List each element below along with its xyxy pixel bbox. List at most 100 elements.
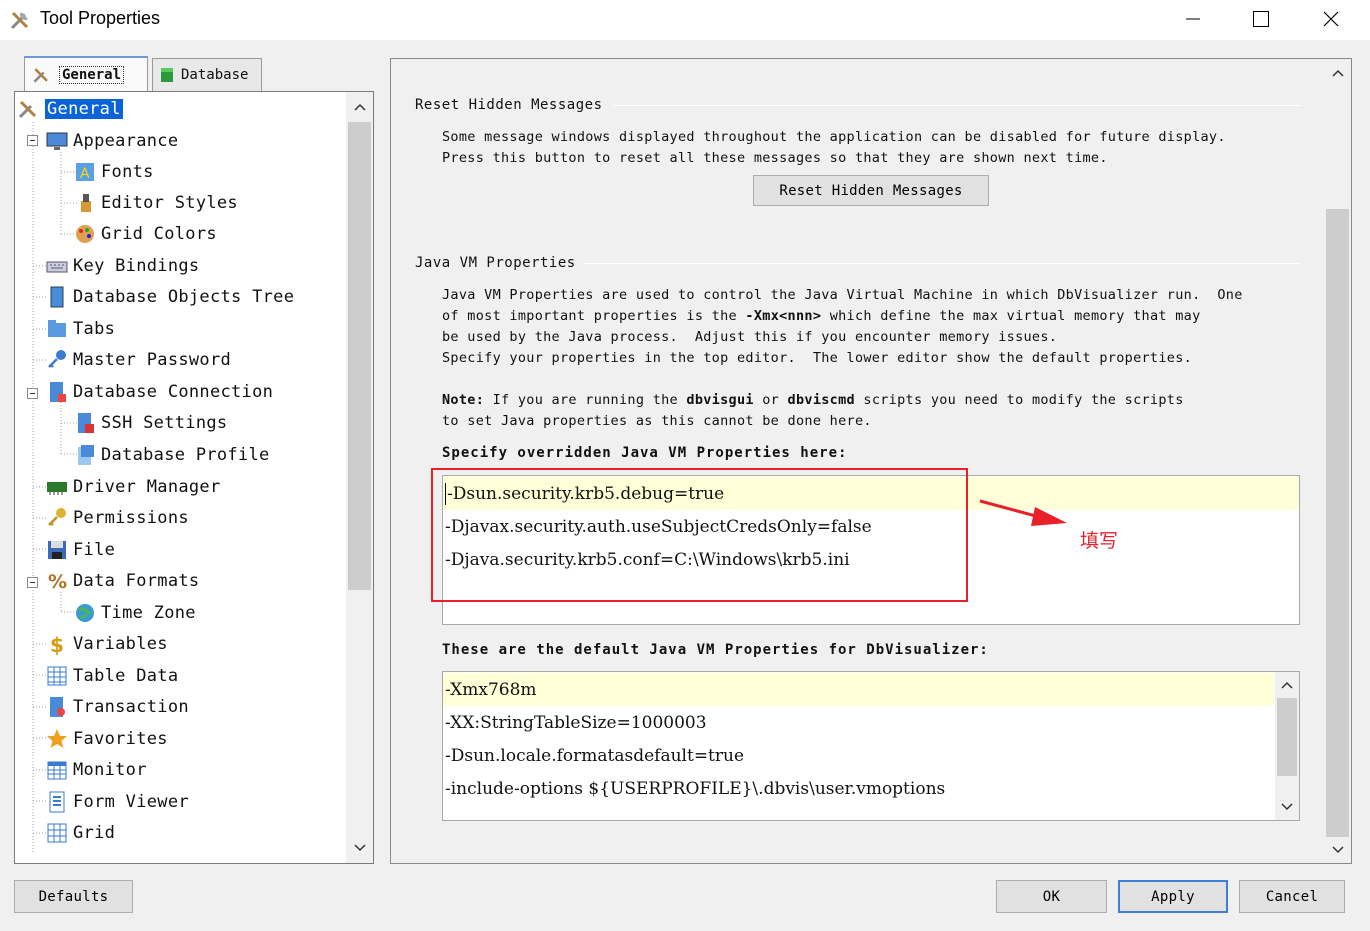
tree-label: Table Data bbox=[73, 666, 179, 686]
tree-label: Editor Styles bbox=[101, 193, 238, 213]
tree-item-file[interactable]: File bbox=[45, 536, 115, 564]
tree-item-general[interactable]: General bbox=[17, 95, 123, 123]
override-label: Specify overridden Java VM Properties he… bbox=[442, 445, 848, 461]
tree-item-ssh-settings[interactable]: SSH Settings bbox=[73, 409, 227, 437]
reset-hidden-messages-button[interactable]: Reset Hidden Messages bbox=[753, 175, 989, 206]
tree-label: Variables bbox=[73, 634, 168, 654]
floppy-icon bbox=[48, 541, 66, 559]
desc-text: which define the max virtual memory that… bbox=[821, 308, 1201, 324]
editor-line-text: -Dsun.locale.formatasdefault=true bbox=[445, 745, 745, 766]
section-divider bbox=[613, 105, 1301, 106]
tree-item-database-connection[interactable]: Database Connection bbox=[45, 378, 273, 406]
tree-item-transaction[interactable]: Transaction bbox=[45, 693, 189, 721]
desc-text: of most important properties is the bbox=[442, 308, 746, 324]
tree-item-fonts[interactable]: A Fonts bbox=[73, 158, 154, 186]
scroll-down-arrow[interactable] bbox=[346, 837, 373, 859]
tree-item-driver-manager[interactable]: Driver Manager bbox=[45, 473, 221, 501]
ok-button[interactable]: OK bbox=[996, 880, 1107, 913]
scroll-down-arrow[interactable] bbox=[1324, 839, 1351, 861]
note-text: or bbox=[753, 392, 788, 408]
annotation-text: 填写 bbox=[1080, 530, 1119, 552]
cancel-button[interactable]: Cancel bbox=[1239, 880, 1345, 913]
scroll-up-arrow[interactable] bbox=[1324, 62, 1351, 84]
scroll-thumb[interactable] bbox=[1326, 209, 1349, 837]
chevron-down-icon bbox=[1281, 803, 1293, 811]
tree-item-key-bindings[interactable]: Key Bindings bbox=[45, 252, 199, 280]
editor-line: -Dsun.locale.formatasdefault=true bbox=[443, 739, 744, 772]
tree-item-variables[interactable]: $ Variables bbox=[45, 630, 168, 658]
scroll-down-arrow[interactable] bbox=[1275, 796, 1299, 818]
minimize-button[interactable] bbox=[1158, 0, 1228, 38]
expander-database-connection[interactable] bbox=[27, 388, 38, 399]
tree-label: Time Zone bbox=[101, 603, 196, 623]
tab-database[interactable]: Database bbox=[152, 58, 262, 91]
brush-icon bbox=[81, 194, 91, 212]
annotation-arrow-icon bbox=[979, 499, 1067, 526]
tree-item-permissions[interactable]: Permissions bbox=[45, 504, 189, 532]
maximize-icon bbox=[1253, 11, 1269, 27]
expander-data-formats[interactable] bbox=[27, 577, 38, 588]
tree-item-time-zone[interactable]: Time Zone bbox=[73, 599, 196, 627]
profile-icon bbox=[78, 445, 94, 465]
key-icon bbox=[48, 350, 66, 368]
table-icon bbox=[47, 666, 67, 686]
svg-text:%: % bbox=[48, 571, 67, 593]
default-properties-editor[interactable]: -Xmx768m -XX:StringTableSize=1000003 -Ds… bbox=[442, 671, 1300, 821]
calendar-icon bbox=[47, 761, 67, 780]
editor-line-text: -include-options ${USERPROFILE}\.dbvis\u… bbox=[445, 778, 946, 799]
tree-item-favorites[interactable]: Favorites bbox=[45, 725, 168, 753]
expander-appearance[interactable] bbox=[27, 135, 38, 146]
tree-item-tabs[interactable]: Tabs bbox=[45, 315, 115, 343]
default-editor-scrollbar[interactable] bbox=[1275, 672, 1299, 820]
tree-item-appearance[interactable]: Appearance bbox=[45, 127, 178, 155]
defaults-button[interactable]: Defaults bbox=[14, 880, 133, 913]
tree-item-database-profile[interactable]: Database Profile bbox=[73, 441, 270, 469]
tree-item-monitor[interactable]: Monitor bbox=[45, 756, 147, 784]
tree-item-editor-styles[interactable]: Editor Styles bbox=[73, 189, 238, 217]
desc-bold: -Xmx<nnn> bbox=[745, 308, 822, 324]
tab-general[interactable]: General bbox=[24, 56, 148, 91]
chevron-up-icon bbox=[1281, 681, 1293, 689]
tools-icon bbox=[33, 67, 48, 83]
panel-scrollbar[interactable] bbox=[1324, 59, 1351, 863]
annotation-box bbox=[431, 468, 968, 602]
svg-text:$: $ bbox=[50, 633, 64, 656]
chevron-up-icon bbox=[1331, 69, 1344, 77]
tree-item-table-data[interactable]: Table Data bbox=[45, 662, 178, 690]
tree-label: Fonts bbox=[101, 162, 154, 182]
keyboard-icon bbox=[46, 261, 68, 273]
tree-item-data-formats[interactable]: % Data Formats bbox=[45, 567, 199, 595]
scroll-up-arrow[interactable] bbox=[346, 96, 373, 118]
jvm-desc-line3: be used by the Java process. Adjust this… bbox=[442, 329, 1058, 345]
jvm-note-line2: to set Java properties as this cannot be… bbox=[442, 413, 872, 429]
globe-icon bbox=[76, 604, 94, 622]
tree-label: Grid Colors bbox=[101, 224, 217, 244]
apply-button[interactable]: Apply bbox=[1118, 880, 1228, 913]
chevron-down-icon bbox=[1331, 846, 1344, 854]
maximize-button[interactable] bbox=[1226, 0, 1296, 38]
tree-label: Tabs bbox=[73, 319, 116, 339]
tree-item-grid-colors[interactable]: Grid Colors bbox=[73, 220, 217, 248]
tree-item-database-objects-tree[interactable]: Database Objects Tree bbox=[45, 283, 294, 311]
scroll-thumb[interactable] bbox=[1277, 698, 1297, 776]
close-button[interactable] bbox=[1296, 0, 1366, 38]
default-label: These are the default Java VM Properties… bbox=[442, 642, 989, 658]
tree-label: Key Bindings bbox=[73, 256, 200, 276]
scroll-thumb[interactable] bbox=[348, 122, 371, 590]
editor-line-text: -Xmx768m bbox=[445, 679, 537, 700]
tree-item-master-password[interactable]: Master Password bbox=[45, 346, 231, 374]
editor-line: -XX:StringTableSize=1000003 bbox=[443, 706, 707, 739]
note-bold: dbviscmd bbox=[787, 392, 855, 408]
tab-database-label: Database bbox=[181, 67, 249, 83]
scroll-up-arrow[interactable] bbox=[1275, 674, 1299, 696]
window-title: Tool Properties bbox=[40, 8, 161, 28]
driver-icon bbox=[47, 482, 67, 495]
tree-item-grid[interactable]: Grid bbox=[45, 819, 115, 847]
note-text: If you are running the bbox=[484, 392, 687, 408]
tree-item-form-viewer[interactable]: Form Viewer bbox=[45, 788, 189, 816]
tree-scrollbar[interactable] bbox=[346, 92, 373, 863]
tree-label: Driver Manager bbox=[73, 477, 221, 497]
jvm-note-line1: Note: If you are running the dbvisgui or… bbox=[442, 390, 1184, 411]
transaction-icon bbox=[50, 697, 65, 717]
chevron-down-icon bbox=[353, 844, 366, 852]
